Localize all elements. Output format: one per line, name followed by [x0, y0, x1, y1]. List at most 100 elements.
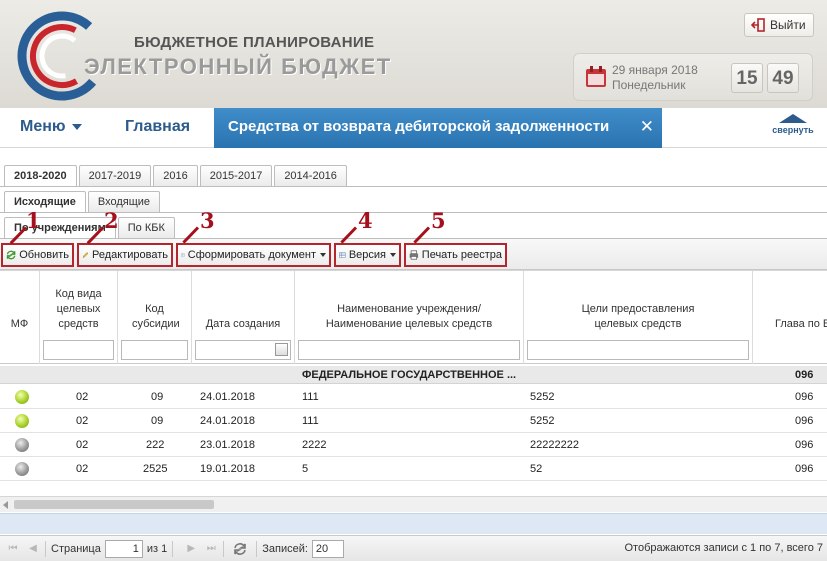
- filter-input[interactable]: [298, 340, 520, 360]
- name-cell: 5: [302, 463, 309, 475]
- date-value: 29 января 2018: [612, 63, 698, 77]
- table-row[interactable]: 02 09 24.01.2018 111 5252 096: [0, 385, 827, 409]
- divider: [0, 186, 827, 187]
- edit-button[interactable]: Редактировать: [77, 243, 173, 267]
- scroll-left-icon[interactable]: [3, 501, 8, 509]
- column-label: Код субсидии: [132, 303, 180, 330]
- divider: [0, 212, 827, 213]
- print-registry-button[interactable]: Печать реестра: [404, 243, 507, 267]
- filter-input[interactable]: [43, 340, 114, 360]
- group-chapter: 096: [795, 369, 814, 381]
- tab-2015-2017[interactable]: 2015-2017: [199, 165, 273, 186]
- grid-footer-area: [0, 513, 827, 534]
- group-row[interactable]: ФЕДЕРАЛЬНОЕ ГОСУДАРСТВЕННОЕ ... 096: [0, 366, 827, 384]
- column-header-chapter[interactable]: Глава по Б: [753, 271, 827, 364]
- column-label: Глава по Б: [775, 318, 827, 330]
- date-cell: 24.01.2018: [200, 391, 256, 403]
- app-header: БЮДЖЕТНОЕ ПЛАНИРОВАНИЕ ЭЛЕКТРОННЫЙ БЮДЖЕ…: [0, 0, 827, 108]
- calendar-icon[interactable]: [275, 343, 288, 356]
- kind-cell: 02: [76, 391, 89, 403]
- first-page-icon[interactable]: ⏮: [6, 542, 20, 556]
- column-label: Дата создания: [205, 318, 281, 330]
- last-page-icon[interactable]: ⏭: [204, 542, 218, 556]
- date-cell: 23.01.2018: [200, 439, 256, 451]
- refresh-button[interactable]: Обновить: [1, 243, 74, 267]
- year-tabs: 2018-2020 2017-2019 2016 2015-2017 2014-…: [4, 165, 347, 186]
- filter-input[interactable]: [121, 340, 188, 360]
- logout-label: Выйти: [770, 18, 806, 32]
- menu-button[interactable]: Меню: [20, 118, 82, 136]
- active-section-tab[interactable]: Средства от возврата дебиторской задолже…: [214, 108, 662, 148]
- collapse-icon: [779, 114, 807, 123]
- divider: [256, 540, 258, 557]
- version-button[interactable]: Версия: [334, 243, 401, 267]
- tab-2017-2019[interactable]: 2017-2019: [78, 165, 152, 186]
- column-label: Цели предоставления целевых средств: [581, 303, 695, 330]
- logout-icon: [751, 18, 765, 32]
- tab-2014-2016[interactable]: 2014-2016: [274, 165, 347, 186]
- chevron-down-icon: [320, 253, 326, 257]
- callout-number: 4: [358, 208, 373, 233]
- column-header-subsidy[interactable]: Код субсидии: [118, 271, 192, 364]
- horizontal-scrollbar[interactable]: [0, 496, 827, 512]
- logout-button[interactable]: Выйти: [744, 13, 814, 37]
- clock-hours: 15: [731, 63, 763, 93]
- column-header-name[interactable]: Наименование учреждения/ Наименование це…: [295, 271, 524, 364]
- column-label: Код вида целевых средств: [55, 288, 102, 330]
- home-link[interactable]: Главная: [125, 118, 190, 136]
- grid-toolbar: Обновить Редактировать Сформировать доку…: [0, 239, 827, 270]
- date-cell: 24.01.2018: [200, 415, 256, 427]
- chapter-cell: 096: [795, 463, 814, 475]
- prev-page-icon[interactable]: ◀: [26, 542, 40, 556]
- next-page-icon[interactable]: ▶: [184, 542, 198, 556]
- column-header-mf[interactable]: МФ: [0, 271, 40, 364]
- main-navigation: Меню Главная Средства от возврата дебито…: [0, 108, 827, 148]
- date-cell: 19.01.2018: [200, 463, 256, 475]
- date-filter-input[interactable]: [195, 340, 291, 360]
- column-header-date[interactable]: Дата создания: [192, 271, 295, 364]
- refresh-icon[interactable]: [233, 542, 247, 556]
- divider: [45, 540, 46, 557]
- records-info: Отображаются записи с 1 по 7, всего 7: [624, 542, 824, 554]
- close-icon[interactable]: ✕: [640, 117, 654, 137]
- subsidy-cell: 09: [151, 415, 164, 427]
- goal-cell: 52: [530, 463, 543, 475]
- column-header-kind[interactable]: Код вида целевых средств: [40, 271, 118, 364]
- page-number-input[interactable]: 1: [104, 539, 143, 558]
- callout-number: 2: [104, 208, 119, 233]
- pagination-bar: ⏮ ◀ Страница 1 из 1 ▶ ⏭ Записей: 20 Отоб…: [0, 535, 827, 561]
- filter-input[interactable]: [527, 340, 749, 360]
- goal-cell: 22222222: [530, 439, 579, 451]
- brand-subtitle: БЮДЖЕТНОЕ ПЛАНИРОВАНИЕ: [134, 34, 375, 51]
- records-per-page-input[interactable]: 20: [311, 539, 344, 558]
- print-registry-label: Печать реестра: [421, 249, 502, 261]
- tab-outgoing[interactable]: Исходящие: [4, 191, 86, 212]
- subsidy-cell: 222: [146, 439, 165, 451]
- tab-by-kbk[interactable]: По КБК: [117, 217, 175, 238]
- table-icon: [339, 252, 346, 258]
- make-document-button[interactable]: Сформировать документ: [176, 243, 331, 267]
- tab-2018-2020[interactable]: 2018-2020: [4, 165, 77, 186]
- table-row[interactable]: 02 09 24.01.2018 111 5252 096: [0, 409, 827, 433]
- column-header-goal[interactable]: Цели предоставления целевых средств: [524, 271, 753, 364]
- kind-cell: 02: [76, 439, 89, 451]
- collapse-label: свернуть: [772, 125, 814, 135]
- subsidy-cell: 2525: [143, 463, 168, 475]
- kind-cell: 02: [76, 463, 89, 475]
- tab-incoming[interactable]: Входящие: [87, 191, 161, 212]
- status-active-icon: [15, 390, 29, 404]
- callout-number: 1: [26, 208, 41, 233]
- document-icon: [181, 253, 185, 257]
- kind-cell: 02: [76, 415, 89, 427]
- chapter-cell: 096: [795, 391, 814, 403]
- table-row[interactable]: 02 222 23.01.2018 2222 22222222 096: [0, 433, 827, 457]
- tab-2016[interactable]: 2016: [153, 165, 198, 186]
- goal-cell: 5252: [530, 391, 555, 403]
- edit-label: Редактировать: [92, 249, 168, 261]
- scrollbar-thumb[interactable]: [14, 500, 214, 509]
- table-row[interactable]: 02 2525 19.01.2018 5 52 096: [0, 457, 827, 481]
- callout-number: 5: [431, 208, 446, 233]
- records-label: Записей:: [262, 542, 308, 555]
- collapse-button[interactable]: свернуть: [768, 112, 818, 135]
- status-inactive-icon: [15, 462, 29, 476]
